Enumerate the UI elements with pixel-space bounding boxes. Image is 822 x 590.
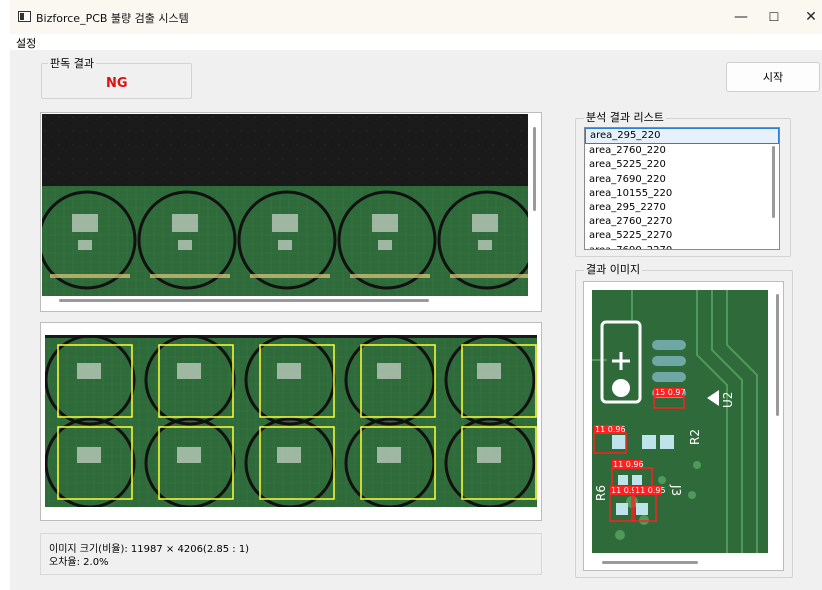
list-item[interactable]: area_5225_2270: [585, 229, 779, 243]
maximize-button[interactable]: ☐: [759, 6, 789, 28]
start-button[interactable]: 시작: [726, 62, 820, 92]
svg-text:U2: U2: [721, 392, 735, 408]
result-hscroll[interactable]: [602, 561, 698, 564]
title-bar[interactable]: Bizforce_PCB 불량 검출 시스템 — ☐ ✕: [10, 0, 822, 34]
list-item[interactable]: area_5225_220: [585, 158, 779, 172]
list-item[interactable]: area_10155_220: [585, 187, 779, 201]
list-item[interactable]: area_2760_2270: [585, 215, 779, 229]
judgement-label: 판독 결과: [48, 55, 96, 71]
minimize-button[interactable]: —: [726, 6, 756, 28]
raw-panel-vscroll[interactable]: [533, 127, 536, 211]
detection-image-panel[interactable]: [40, 322, 542, 521]
list-item[interactable]: area_295_220: [585, 128, 779, 145]
raw-pcb-image: [42, 114, 528, 296]
list-item[interactable]: area_295_2270: [585, 201, 779, 215]
close-button[interactable]: ✕: [796, 6, 822, 28]
raw-panel-hscroll[interactable]: [59, 299, 429, 302]
detection-pcb-image: [45, 335, 537, 507]
svg-text:R6: R6: [594, 485, 608, 501]
image-info-panel: 이미지 크기(비율): 11987 × 4206(2.85 : 1) 오차율: …: [40, 533, 542, 575]
menu-settings[interactable]: 설정: [16, 35, 36, 51]
detection-label: 11 0.96: [613, 460, 644, 469]
list-vscroll[interactable]: [772, 146, 775, 218]
analysis-result-list[interactable]: area_295_220 area_2760_220 area_5225_220…: [584, 127, 780, 250]
list-item[interactable]: area_2760_220: [585, 144, 779, 158]
list-item[interactable]: area_7690_2270: [585, 244, 779, 250]
app-window: Bizforce_PCB 불량 검출 시스템 — ☐ ✕ 설정 판독 결과 NG…: [10, 0, 822, 590]
list-item[interactable]: area_7690_220: [585, 173, 779, 187]
detection-label: 15 0.97: [655, 388, 686, 397]
judgement-value: NG: [106, 76, 128, 91]
detection-label: 11 0.96: [595, 425, 626, 434]
svg-text:R2: R2: [688, 429, 702, 445]
app-icon: [18, 11, 31, 22]
error-rate-text: 오차율: 2.0%: [49, 557, 109, 568]
window-title: Bizforce_PCB 불량 검출 시스템: [36, 12, 189, 25]
detection-label: 11 0.95: [635, 486, 666, 495]
result-vscroll[interactable]: [776, 294, 779, 416]
menu-bar: 설정: [10, 34, 822, 50]
result-image: U2 R2 R6 J3 15 0.97 11 0.96 11 0.96 11 0…: [592, 290, 768, 553]
svg-text:J3: J3: [669, 484, 683, 496]
result-image-label: 결과 이미지: [584, 261, 643, 277]
analysis-list-label: 분석 결과 리스트: [584, 109, 666, 125]
result-image-panel[interactable]: U2 R2 R6 J3 15 0.97 11 0.96 11 0.96 11 0…: [583, 281, 784, 571]
raw-image-panel[interactable]: [40, 112, 542, 312]
